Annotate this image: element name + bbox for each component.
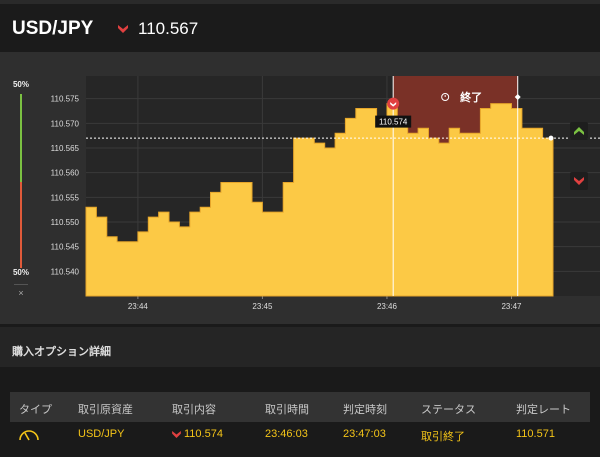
row-asset: USD/JPY bbox=[78, 428, 125, 440]
entry-pin bbox=[387, 97, 400, 110]
price-tick-label: 110.540 bbox=[51, 267, 80, 276]
current-price-dot bbox=[548, 135, 554, 141]
price-tick-label: 110.550 bbox=[51, 218, 80, 227]
entry-tooltip-text: 110.574 bbox=[379, 118, 408, 127]
row-trade-time: 23:46:03 bbox=[265, 428, 308, 440]
end-label: 終了 bbox=[460, 90, 482, 104]
price-tick-label: 110.575 bbox=[51, 95, 80, 104]
time-tick-label: 23:46 bbox=[377, 302, 398, 311]
row-judge-time: 23:47:03 bbox=[343, 428, 386, 440]
current-price: 110.567 bbox=[118, 19, 198, 39]
price-tick-label: 110.560 bbox=[51, 169, 80, 178]
column-status: ステータス bbox=[421, 404, 476, 416]
time-axis-labels: 23:44 23:45 23:46 23:47 bbox=[128, 302, 522, 311]
column-rate: 判定レート bbox=[516, 404, 571, 416]
gauge-icon bbox=[19, 430, 39, 441]
section-title: 購入オプション詳細 bbox=[12, 346, 111, 358]
column-type: タイプ bbox=[19, 404, 52, 416]
time-tick-label: 23:47 bbox=[501, 302, 522, 311]
low-button[interactable] bbox=[570, 172, 588, 190]
price-chart: 110.575 110.570 110.565 110.560 110.555 110.5… bbox=[51, 76, 600, 311]
price-tick-label: 110.555 bbox=[51, 193, 80, 202]
currency-pair-title: USD/JPY bbox=[12, 18, 94, 39]
high-button[interactable] bbox=[570, 122, 588, 140]
row-status: 取引終了 bbox=[421, 431, 465, 443]
column-asset: 取引原資産 bbox=[78, 404, 133, 416]
time-tick-label: 23:45 bbox=[252, 302, 273, 311]
row-rate: 110.571 bbox=[516, 428, 555, 440]
price-tick-label: 110.545 bbox=[51, 243, 80, 252]
price-tick-label: 110.565 bbox=[51, 144, 80, 153]
down-arrow-icon bbox=[574, 177, 584, 185]
price-axis-labels: 110.575 110.570 110.565 110.560 110.555 110.5… bbox=[51, 95, 80, 277]
current-price-value: 110.567 bbox=[138, 19, 199, 38]
row-content-value: 110.574 bbox=[184, 428, 223, 440]
row-content: 110.574 bbox=[172, 428, 223, 440]
header-bar: USD/JPY 110.567 bbox=[0, 0, 600, 52]
price-tick-label: 110.570 bbox=[51, 119, 80, 128]
column-trade-time: 取引時間 bbox=[265, 404, 309, 416]
up-arrow-icon bbox=[574, 127, 584, 135]
column-judge-time: 判定時刻 bbox=[343, 404, 387, 416]
column-content: 取引内容 bbox=[172, 404, 216, 416]
down-arrow-icon bbox=[118, 25, 128, 33]
time-tick-label: 23:44 bbox=[128, 302, 149, 311]
down-arrow-icon bbox=[172, 430, 181, 438]
